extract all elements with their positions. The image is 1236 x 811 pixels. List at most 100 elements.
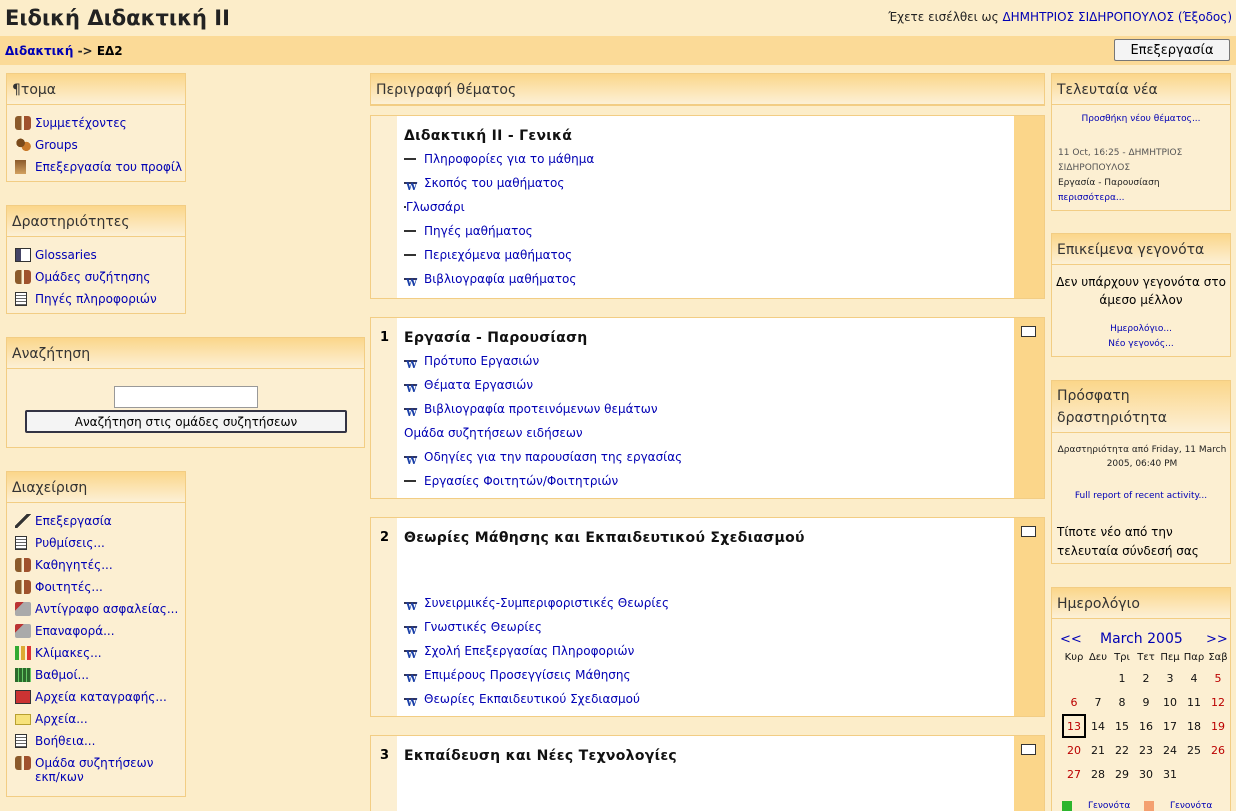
topic-item[interactable]: Περιεχόμενα μαθήματος [404, 248, 572, 262]
topic-item[interactable]: Οδηγίες για την παρουσίαση της εργασίας [404, 450, 682, 467]
login-prefix: Έχετε εισέλθει ως [888, 10, 999, 24]
admin-logs-link[interactable]: Αρχεία καταγραφής... [15, 690, 167, 704]
weekday-header: Δευ [1088, 651, 1108, 663]
admin-files-link[interactable]: Αρχεία... [15, 712, 88, 726]
topic-item[interactable]: Σκοπός του μαθήματος [404, 176, 564, 193]
topic-item[interactable]: Βιβλιογραφία μαθήματος [404, 272, 576, 289]
calendar-day: 4 [1190, 671, 1198, 685]
people-block: ¶τομα Συμμετέχοντες Groups Επεξεργασία τ… [6, 73, 186, 182]
topic-item-label: Σχολή Επεξεργασίας Πληροφοριών [424, 644, 635, 658]
grades-icon [15, 668, 31, 682]
help-icon [15, 734, 27, 748]
topic-title: Διδακτική ΙΙ - Γενικά [404, 128, 573, 144]
legend-swatch-global [1062, 801, 1072, 811]
calendar-month-title[interactable]: March 2005 [1100, 631, 1183, 647]
glossaries-label: Glossaries [35, 248, 97, 262]
navbar: Διδακτική -> ΕΔ2 Επεξεργασία [0, 36, 1236, 65]
legend-course-events[interactable]: Γενονότα [1170, 801, 1212, 811]
topic-item-label: Θεωρίες Εκπαιδευτικού Σχεδιασμού [424, 692, 640, 706]
user-link[interactable]: ΔΗΜΗΤΡΙΟΣ ΣΙΔΗΡΟΠΟΥΛΟΣ [1002, 10, 1174, 24]
edit-profile-label: Επεξεργασία του προφίλ [35, 160, 183, 174]
show-only-topic-checkbox[interactable] [1021, 744, 1036, 755]
topic-item-label: Επιμέρους Προσεγγίσεις Μάθησης [424, 668, 631, 682]
settings-icon [15, 536, 27, 550]
upcoming-events-block: Επικείμενα γεγονότα Δεν υπάρχουν γεγονότ… [1051, 233, 1231, 357]
logs-icon [15, 690, 31, 704]
admin-teacher-forum-label: Ομάδα συζητήσεων εκπ/κων [35, 756, 153, 784]
calendar-prev-month[interactable]: << [1060, 632, 1082, 647]
teachers-icon [15, 558, 31, 572]
restore-icon [15, 624, 31, 638]
topic-item[interactable]: Βιβλιογραφία προτεινόμενων θεμάτων [404, 402, 658, 419]
news-more-link[interactable]: περισσότερα... [1058, 193, 1124, 203]
weekday-header: Τρι [1114, 651, 1130, 663]
topic-item-label: Γλωσσάρι [406, 200, 465, 214]
calendar-day [1086, 666, 1110, 690]
admin-grades-label: Βαθμοί... [35, 668, 89, 682]
calendar-day: 31 [1163, 767, 1177, 781]
search-input[interactable] [114, 386, 258, 408]
calendar-day: 16 [1139, 719, 1153, 733]
admin-files-label: Αρχεία... [35, 712, 88, 726]
show-only-topic-checkbox[interactable] [1021, 526, 1036, 537]
topic-outline-header: Περιγραφή θέματος [370, 73, 1045, 106]
topic-item[interactable]: Πηγές μαθήματος [404, 224, 533, 238]
recent-activity-title: Πρόσφατη δραστηριότητα [1052, 381, 1230, 433]
students-icon [15, 580, 31, 594]
topic-item[interactable]: Εργασίες Φοιτητών/Φοιτητριών [404, 474, 618, 488]
topic-item[interactable]: Γνωστικές Θεωρίες [404, 620, 542, 637]
topic-item[interactable]: Γλωσσάρι [404, 200, 465, 214]
search-forums-button[interactable]: Αναζήτηση στις ομάδες συζητήσεων [25, 410, 347, 433]
word-document-icon [404, 408, 417, 419]
groups-link[interactable]: Groups [15, 138, 78, 152]
admin-restore-link[interactable]: Επαναφορά... [15, 624, 115, 638]
topic-item[interactable]: Συνειρμικές-Συμπεριφοριστικές Θεωρίες [404, 596, 669, 613]
topic-item[interactable]: Σχολή Επεξεργασίας Πληροφοριών [404, 644, 635, 661]
calendar-grid: Κυρ Δευ Τρι Τετ Πεμ Παρ Σαβ 12345 6 7 8 9 10… [1062, 648, 1230, 786]
topic-item-label: Συνειρμικές-Συμπεριφοριστικές Θεωρίες [424, 596, 669, 610]
calendar-day [1062, 666, 1086, 690]
add-news-link[interactable]: Προσθήκη νέου θέματος... [1052, 114, 1230, 124]
topic-item-label: Πρότυπο Εργασιών [424, 354, 540, 368]
glossaries-link[interactable]: Glossaries [15, 248, 97, 262]
show-only-topic-checkbox[interactable] [1021, 326, 1036, 337]
admin-help-label: Βοήθεια... [35, 734, 96, 748]
topic-item[interactable]: Θέματα Εργασιών [404, 378, 533, 395]
people-block-title: ¶τομα [7, 74, 185, 105]
logout-link[interactable]: (Έξοδος) [1178, 10, 1232, 24]
participants-link[interactable]: Συμμετέχοντες [15, 116, 127, 130]
topic-title: Εκπαίδευση και Νέες Τεχνολογίες [404, 748, 678, 764]
breadcrumb-home[interactable]: Διδακτική [5, 44, 73, 58]
admin-teachers-link[interactable]: Καθηγητές... [15, 558, 113, 572]
topic-item[interactable]: Ομάδα συζητήσεων ειδήσεων [404, 426, 583, 440]
admin-students-link[interactable]: Φοιτητές... [15, 580, 103, 594]
breadcrumb-separator: -> [77, 44, 93, 58]
legend-global-events[interactable]: Γενονότα [1088, 801, 1130, 811]
calendar-next-month[interactable]: >> [1206, 632, 1228, 647]
edit-mode-button[interactable]: Επεξεργασία [1114, 39, 1230, 61]
topic-item[interactable]: Θεωρίες Εκπαιδευτικού Σχεδιασμού [404, 692, 640, 709]
word-document-icon [404, 650, 417, 661]
admin-teacher-forum-link[interactable]: Ομάδα συζητήσεων εκπ/κων [15, 756, 153, 784]
topic-item[interactable]: Επιμέρους Προσεγγίσεις Μάθησης [404, 668, 631, 685]
calendar-day: 12 [1211, 695, 1225, 709]
new-event-link[interactable]: Νέο γεγονός... [1052, 339, 1230, 349]
resources-link[interactable]: Πηγές πληροφοριών [15, 292, 157, 306]
admin-edit-link[interactable]: Επεξεργασία [15, 514, 112, 528]
full-report-link[interactable]: Full report of recent activity... [1052, 491, 1230, 501]
topic-title: Εργασία - Παρουσίαση [404, 330, 588, 346]
admin-grades-link[interactable]: Βαθμοί... [15, 668, 89, 682]
admin-settings-link[interactable]: Ρυθμίσεις... [15, 536, 105, 550]
calendar-day-today: 13 [1062, 714, 1086, 738]
admin-block-title: Διαχείριση [7, 472, 185, 503]
topic-item[interactable]: Πληροφορίες για το μάθημα [404, 152, 594, 166]
topic-item[interactable]: Πρότυπο Εργασιών [404, 354, 540, 371]
calendar-link[interactable]: Ημερολόγιο... [1052, 324, 1230, 334]
admin-backup-link[interactable]: Αντίγραφο ασφαλείας... [15, 602, 178, 616]
admin-help-link[interactable]: Βοήθεια... [15, 734, 95, 748]
forums-link[interactable]: Ομάδες συζήτησης [15, 270, 150, 284]
calendar-day: 22 [1115, 743, 1129, 757]
edit-profile-link[interactable]: Επεξεργασία του προφίλ [15, 160, 182, 174]
admin-scales-link[interactable]: Κλίμακες... [15, 646, 102, 660]
calendar-day: 10 [1163, 695, 1177, 709]
